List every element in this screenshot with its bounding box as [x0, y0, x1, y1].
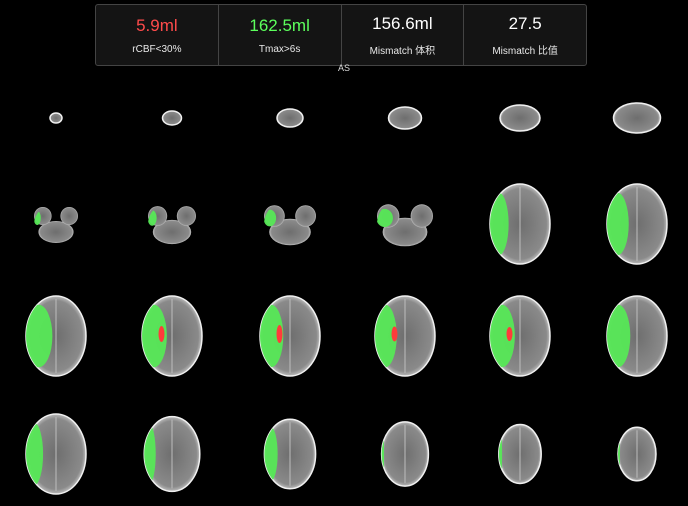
brain-slice-21: [235, 404, 345, 504]
brain-slice-23: [465, 404, 575, 504]
brain-slice-7: [1, 174, 111, 274]
penumbra-region: [381, 428, 385, 480]
brain-slice-3: [235, 68, 345, 168]
brain-slice-9: [235, 174, 345, 274]
tmax-volume-value: 162.5ml: [249, 15, 310, 35]
brain-slice-4: [350, 68, 460, 168]
brain-tissue: [499, 104, 541, 132]
temporal-lobe-right: [410, 204, 433, 228]
brain-slice-6: [582, 68, 688, 168]
temporal-lobe-right: [176, 206, 196, 226]
core-region: [391, 326, 398, 342]
brain-slice-8: [117, 174, 227, 274]
brain-slice-22: [350, 404, 460, 504]
brain-tissue: [387, 106, 423, 130]
penumbra-region: [26, 304, 53, 368]
mismatch-summary-panel: 5.9ml rCBF<30% 162.5ml Tmax>6s 156.6ml M…: [95, 4, 587, 66]
brain-slice-15: [235, 286, 345, 386]
brain-slice-5: [465, 68, 575, 168]
brain-slice-1: [1, 68, 111, 168]
brain-slice-19: [1, 404, 111, 504]
penumbra-region: [607, 304, 631, 368]
penumbra-region: [264, 426, 278, 482]
brain-slice-13: [1, 286, 111, 386]
brain-tissue: [276, 108, 304, 128]
brain-slice-18: [582, 286, 688, 386]
temporal-lobe-right: [60, 207, 78, 225]
brain-tissue: [49, 112, 63, 124]
brain-slice-20: [117, 404, 227, 504]
brain-slice-24: [582, 404, 688, 504]
penumbra-region: [618, 433, 620, 475]
brain-slice-14: [117, 286, 227, 386]
mismatch-ratio-label: Mismatch 比值: [492, 45, 558, 57]
penumbra-region: [26, 422, 44, 486]
tmax-volume-label: Tmax>6s: [258, 43, 301, 55]
temporal-lobe-right: [295, 205, 316, 227]
core-region: [276, 325, 283, 343]
mismatch-ratio-value: 27.5: [508, 13, 542, 33]
core-region: [506, 327, 513, 341]
brain-slice-17: [465, 286, 575, 386]
mismatch-ratio-stat: 27.5 Mismatch 比值: [464, 5, 586, 65]
slice-grid: [0, 74, 688, 506]
core-volume-label: rCBF<30%: [132, 43, 182, 55]
mismatch-volume-value: 156.6ml: [372, 13, 433, 33]
penumbra-region: [490, 192, 509, 256]
mismatch-volume-label: Mismatch 体积: [369, 45, 436, 57]
brain-slice-16: [350, 286, 460, 386]
core-volume-value: 5.9ml: [136, 15, 178, 35]
penumbra-region: [607, 192, 629, 256]
tmax-volume-stat: 162.5ml Tmax>6s: [219, 5, 342, 65]
brain-slice-12: [582, 174, 688, 274]
brain-slice-10: [350, 174, 460, 274]
core-region: [158, 326, 165, 342]
brain-tissue: [612, 102, 662, 134]
mismatch-volume-stat: 156.6ml Mismatch 体积: [342, 5, 465, 65]
brain-tissue: [161, 110, 183, 126]
core-volume-stat: 5.9ml rCBF<30%: [96, 5, 219, 65]
brain-slice-2: [117, 68, 227, 168]
penumbra-region: [144, 424, 156, 484]
brain-slice-11: [465, 174, 575, 274]
